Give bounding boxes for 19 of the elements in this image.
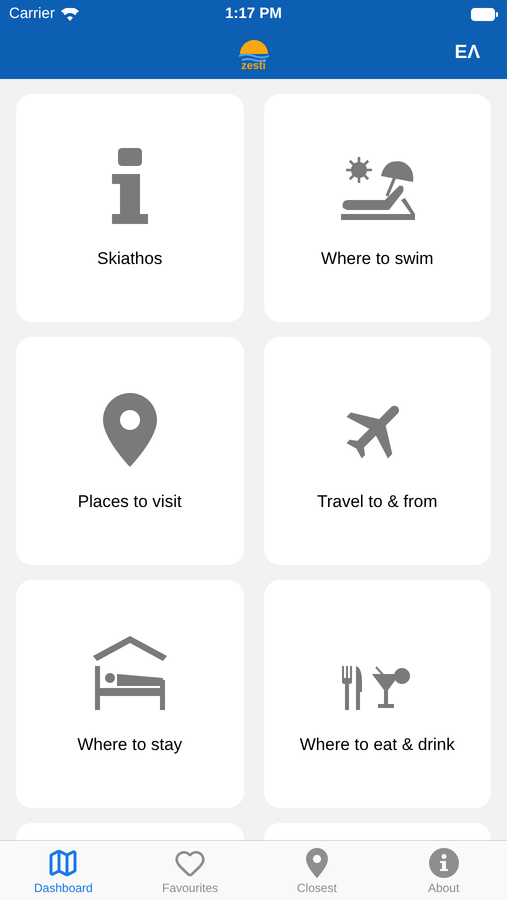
- map-pin-icon: [102, 393, 157, 468]
- battery-icon: [471, 8, 498, 20]
- category-card[interactable]: Where to swim: [264, 94, 491, 322]
- category-card[interactable]: Skiathos: [16, 94, 244, 322]
- category-card[interactable]: Where to stay: [16, 580, 244, 808]
- map-icon: [47, 847, 80, 879]
- zesti-logo: zesti: [238, 36, 270, 72]
- wifi-icon: [60, 8, 79, 20]
- info-icon: [428, 848, 459, 878]
- language-button[interactable]: ΕΛ: [454, 39, 480, 68]
- category-card[interactable]: Where to eat & drink: [264, 580, 491, 808]
- carrier-label: Carrier: [9, 4, 55, 24]
- status-time: 1:17 PM: [225, 4, 282, 24]
- info-icon: [110, 148, 150, 224]
- map-pin-icon: [306, 848, 328, 878]
- hotel-bed-icon: [92, 636, 167, 710]
- category-card[interactable]: Travel to & from: [264, 337, 491, 565]
- tab-item[interactable]: Dashboard: [0, 841, 127, 900]
- category-card[interactable]: Places to visit: [16, 337, 244, 565]
